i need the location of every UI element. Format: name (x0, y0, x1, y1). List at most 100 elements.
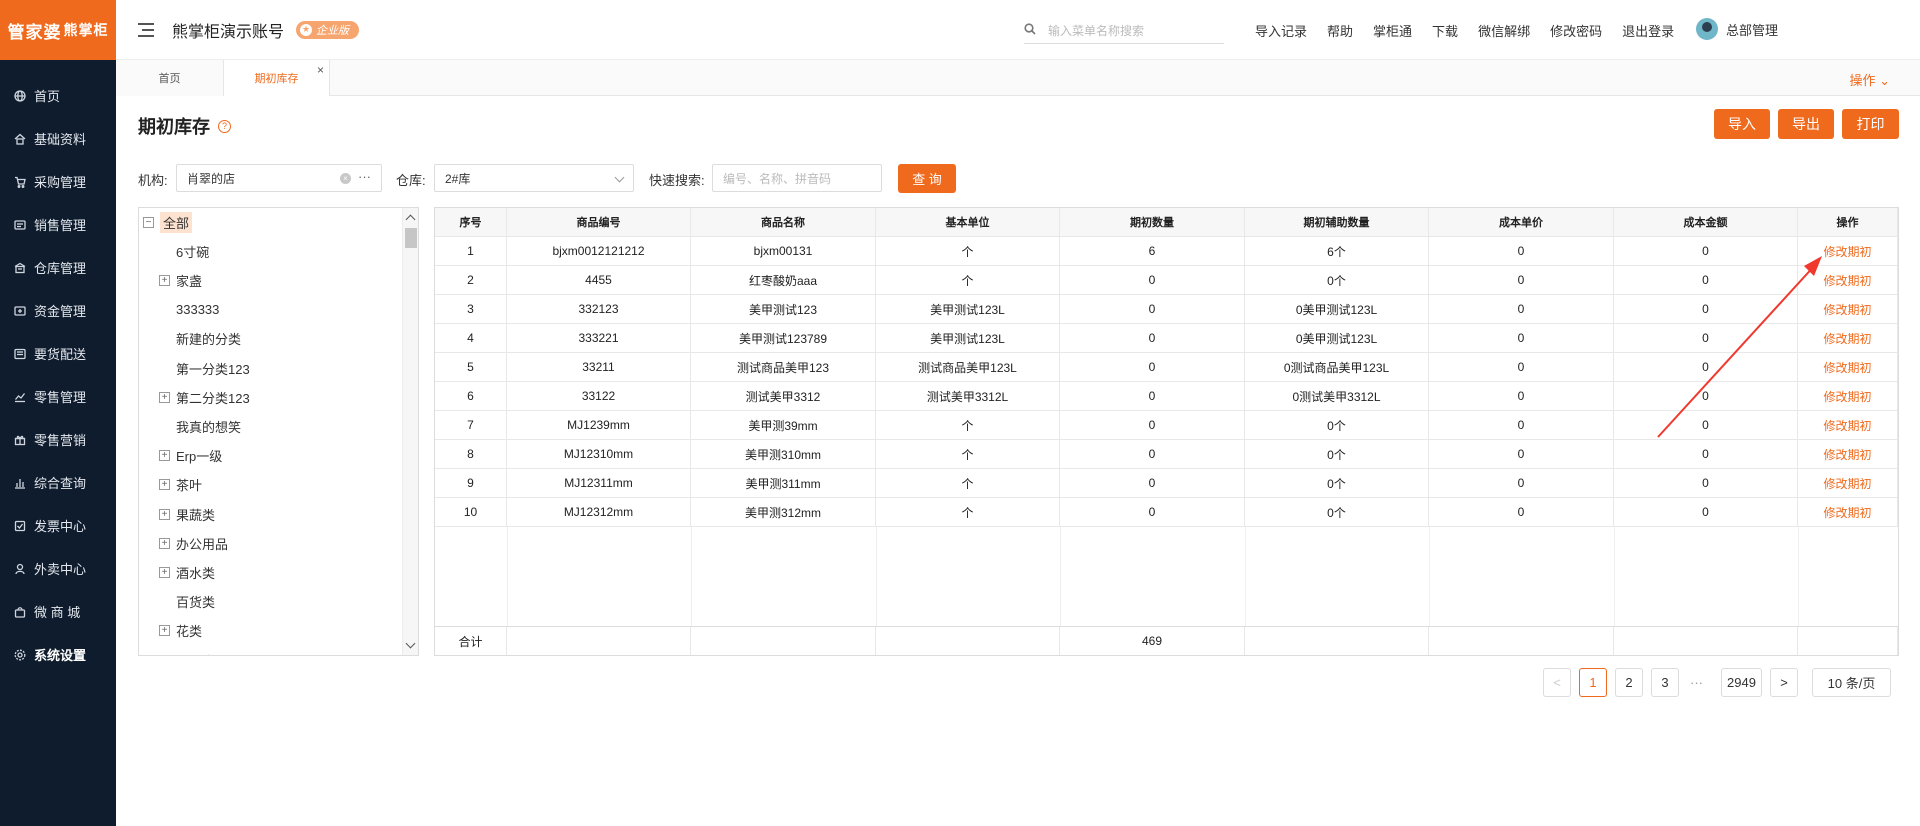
expand-icon[interactable]: + (159, 274, 170, 286)
expand-icon[interactable]: + (159, 625, 170, 637)
tree-node[interactable]: 第一分类123 (176, 354, 250, 382)
expand-icon[interactable]: + (159, 537, 170, 549)
sidebar-item-2[interactable]: 采购管理 (0, 160, 116, 203)
tree-node[interactable]: + 茶叶 (159, 471, 202, 499)
expand-icon[interactable]: + (159, 391, 170, 403)
sidebar-item-1[interactable]: 基础资料 (0, 117, 116, 160)
brand-logo[interactable]: 管家婆 熊掌柜 (0, 0, 116, 60)
page-size-select[interactable]: 10 条/页 (1812, 668, 1891, 697)
tree-node[interactable]: − 全部 (143, 208, 193, 236)
operations-dropdown[interactable]: 操作 ⌄ (1849, 70, 1890, 89)
table-cell-text: MJ12311mm (564, 476, 633, 490)
sidebar-item-5[interactable]: 资金管理 (0, 289, 116, 332)
sidebar-item-0[interactable]: 首页 (0, 74, 116, 117)
collapse-icon[interactable]: − (143, 216, 154, 228)
edit-initial-link-text[interactable]: 修改期初 (1823, 301, 1871, 318)
header-link-0[interactable]: 导入记录 (1255, 21, 1307, 40)
next-page-button[interactable]: > (1770, 668, 1798, 697)
header-link-2[interactable]: 掌柜通 (1373, 21, 1412, 40)
query-button[interactable]: 查 询 (898, 164, 956, 193)
table-cell-text: 7 (467, 418, 474, 432)
pagination-ellipsis[interactable]: ··· (1690, 668, 1703, 697)
tree-node[interactable]: + 果蔬类 (159, 500, 215, 528)
more-icon[interactable]: ··· (358, 169, 371, 184)
header-link-4[interactable]: 微信解绑 (1478, 21, 1530, 40)
sidebar-item-4[interactable]: 仓库管理 (0, 246, 116, 289)
tree-node[interactable]: 猪脚类1 (176, 646, 222, 656)
tree-node[interactable]: 333333 (176, 296, 219, 324)
table-cell: 测试美甲3312 (691, 382, 876, 410)
tree-node[interactable]: 6寸碗 (176, 237, 209, 265)
sidebar-nav: 首页 基础资料采购管理销售管理 仓库管理 资金管理 要货配送 零售管理 零售营销 综合查询 发票… (0, 74, 116, 676)
menu-toggle-icon[interactable] (138, 22, 154, 37)
scroll-down-icon[interactable] (405, 638, 416, 649)
tree-node[interactable]: 新建的分类 (176, 325, 241, 353)
sidebar-item-3[interactable]: 销售管理 (0, 203, 116, 246)
scroll-thumb[interactable] (405, 228, 417, 248)
tree-node[interactable]: + 酒水类 (159, 558, 215, 586)
header-link-1[interactable]: 帮助 (1327, 21, 1353, 40)
expand-icon[interactable]: + (159, 508, 170, 520)
import-button[interactable]: 导入 (1714, 109, 1770, 139)
column-header: 商品编号 (507, 208, 691, 236)
sidebar-item-13[interactable]: 系统设置 (0, 633, 116, 676)
expand-icon[interactable]: + (159, 450, 170, 462)
sidebar-item-9[interactable]: 综合查询 (0, 461, 116, 504)
tree-node[interactable]: + Erp一级 (159, 442, 222, 470)
tree-node-label: 新建的分类 (176, 332, 242, 348)
page-button-1[interactable]: 1 (1579, 668, 1607, 697)
edit-initial-link[interactable]: 修改期初 (1798, 469, 1898, 497)
header-link-5[interactable]: 修改密码 (1550, 21, 1602, 40)
sidebar-item-12[interactable]: 微 商 城 (0, 590, 116, 633)
table-cell-text: 0 (1517, 447, 1525, 461)
scroll-up-icon[interactable] (405, 214, 416, 225)
sidebar-item-11[interactable]: 外卖中心 (0, 547, 116, 590)
tree-node[interactable]: + 家盏 (159, 266, 202, 294)
page-button-2[interactable]: 2 (1615, 668, 1643, 697)
close-icon[interactable]: × (317, 63, 324, 77)
tab-home[interactable]: 首页 (116, 60, 224, 96)
export-button[interactable]: 导出 (1778, 109, 1834, 139)
page-button-last[interactable]: 2949 (1721, 668, 1762, 697)
edit-initial-link-text[interactable]: 修改期初 (1823, 417, 1871, 434)
page-button-3[interactable]: 3 (1651, 668, 1679, 697)
tab-initial-stock[interactable]: 期初库存 × (224, 60, 330, 96)
print-button[interactable]: 打印 (1842, 109, 1899, 139)
edit-initial-link-text[interactable]: 修改期初 (1823, 504, 1871, 521)
expand-icon[interactable]: + (159, 566, 170, 578)
header-link-3[interactable]: 下载 (1432, 21, 1458, 40)
edit-initial-link-text[interactable]: 修改期初 (1823, 446, 1871, 463)
user-name[interactable]: 总部管理 (1726, 20, 1778, 39)
help-icon[interactable]: ? (218, 119, 231, 133)
tree-node[interactable]: + 花类 (159, 617, 202, 645)
column-header-text: 商品编号 (576, 217, 621, 229)
user-menu[interactable]: 总部管理 (1696, 18, 1778, 40)
tree-node[interactable]: 百货类 (176, 588, 215, 616)
org-select[interactable]: 肖翠的店 × ··· (176, 164, 382, 192)
edit-initial-link-text[interactable]: 修改期初 (1823, 243, 1871, 260)
tree-node[interactable]: + 第二分类123 (159, 383, 250, 411)
clear-icon[interactable]: × (340, 173, 351, 184)
edit-initial-link-text[interactable]: 修改期初 (1823, 475, 1871, 492)
edit-initial-link-text[interactable]: 修改期初 (1823, 330, 1871, 347)
menu-search-input[interactable] (1048, 23, 1218, 38)
header-link-6[interactable]: 退出登录 (1622, 21, 1674, 40)
tree-node[interactable]: 我真的想笑 (176, 412, 241, 440)
expand-icon[interactable]: + (159, 479, 170, 491)
quick-search-input[interactable]: 编号、名称、拼音码 (712, 164, 882, 192)
prev-page-button[interactable]: < (1543, 668, 1571, 697)
edit-initial-link-text[interactable]: 修改期初 (1823, 272, 1871, 289)
edit-initial-link-text[interactable]: 修改期初 (1823, 359, 1871, 376)
tree-scrollbar[interactable] (402, 208, 418, 655)
sidebar-item-6[interactable]: 要货配送 (0, 332, 116, 375)
warehouse-select[interactable]: 2#库 (434, 164, 634, 192)
sidebar-item-8[interactable]: 零售营销 (0, 418, 116, 461)
avatar[interactable] (1696, 18, 1718, 40)
edit-initial-link-text[interactable]: 修改期初 (1823, 388, 1871, 405)
sidebar-item-10[interactable]: 发票中心 (0, 504, 116, 547)
edit-initial-link[interactable]: 修改期初 (1798, 498, 1898, 526)
sidebar-item-7[interactable]: 零售管理 (0, 375, 116, 418)
tree-node[interactable]: + 办公用品 (159, 529, 228, 557)
tab-bar: 首页 期初库存 × 操作 ⌄ (116, 60, 1920, 96)
sidebar-item-label: 采购管理 (34, 175, 87, 190)
